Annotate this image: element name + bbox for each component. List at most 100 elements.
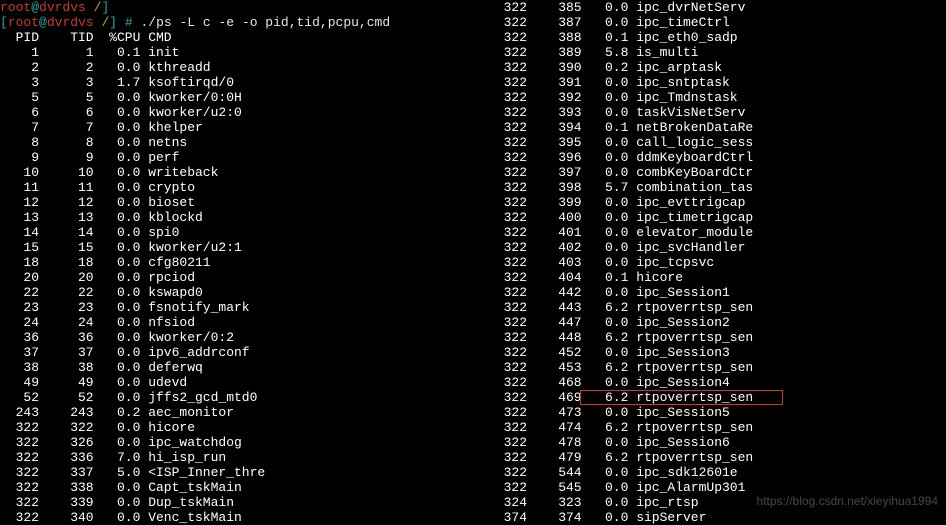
cell-pid: 36 (0, 330, 39, 345)
cell-cmd: hi_isp_run (140, 450, 226, 465)
cell-cmd: ksoftirqd/0 (140, 75, 234, 90)
cell-tid: 1 (39, 45, 94, 60)
cell-tid: 13 (39, 210, 94, 225)
cell-pcpu: 0.0 (94, 510, 141, 525)
cell-tid: 442 (527, 285, 582, 300)
cell-tid: 400 (527, 210, 582, 225)
cell-pcpu: 1.7 (94, 75, 141, 90)
cell-pcpu: 0.0 (582, 345, 629, 360)
cell-cmd: khelper (140, 120, 202, 135)
cell-pid: 322 (488, 240, 527, 255)
cell-tid: 337 (39, 465, 94, 480)
table-row: 3223390.0Dup_tskMain (0, 495, 478, 510)
cell-pcpu: 0.0 (94, 435, 141, 450)
table-row: 38380.0deferwq (0, 360, 478, 375)
cell-tid: 402 (527, 240, 582, 255)
table-row: 3224470.0ipc_Session2 (488, 315, 946, 330)
cell-pid: 322 (488, 210, 527, 225)
table-row: 3224520.0ipc_Session3 (488, 345, 946, 360)
cell-tid: 398 (527, 180, 582, 195)
cell-pid: 322 (488, 45, 527, 60)
cell-cmd: init (140, 45, 179, 60)
cell-pid: 14 (0, 225, 39, 240)
cell-pid: 7 (0, 120, 39, 135)
cell-tid: 3 (39, 75, 94, 90)
cell-tid: 339 (39, 495, 94, 510)
cell-pid: 322 (0, 435, 39, 450)
table-row: 37370.0ipv6_addrconf (0, 345, 478, 360)
cell-pid: 322 (488, 480, 527, 495)
table-row: 3223930.0taskVisNetServ (488, 105, 946, 120)
cell-cmd: taskVisNetServ (628, 105, 745, 120)
cell-pid: 24 (0, 315, 39, 330)
cell-pid: 374 (488, 510, 527, 525)
cell-pcpu: 0.0 (94, 210, 141, 225)
cell-tid: 453 (527, 360, 582, 375)
cell-pid: 322 (488, 345, 527, 360)
right-rows: 3223850.0ipc_dvrNetServ3223870.0ipc_time… (488, 0, 946, 525)
table-row: 3224746.2rtpoverrtsp_sen (488, 420, 946, 435)
cell-pcpu: 7.0 (94, 450, 141, 465)
cell-cmd: ipc_arptask (628, 60, 722, 75)
table-row: 52520.0jffs2_gcd_mtd0 (0, 390, 478, 405)
cell-pcpu: 0.0 (94, 120, 141, 135)
cell-tid: 388 (527, 30, 582, 45)
cell-pid: 322 (0, 450, 39, 465)
cell-pcpu: 0.0 (582, 0, 629, 15)
cell-cmd: ipc_timetrigcap (628, 210, 753, 225)
table-row: 3223985.7combination_tas (488, 180, 946, 195)
table-row: 990.0perf (0, 150, 478, 165)
cell-pcpu: 0.0 (94, 420, 141, 435)
table-row: 18180.0cfg80211 (0, 255, 478, 270)
prompt-hash: # (117, 15, 140, 30)
cell-tid: 52 (39, 390, 94, 405)
cell-pcpu: 0.0 (94, 150, 141, 165)
left-rows: 110.1init220.0kthreadd331.7ksoftirqd/055… (0, 45, 478, 525)
cell-pcpu: 0.0 (582, 135, 629, 150)
cell-cmd: hicore (140, 420, 195, 435)
cell-tid: 10 (39, 165, 94, 180)
cell-cmd: nfsiod (140, 315, 195, 330)
table-row: 3223260.0ipc_watchdog (0, 435, 478, 450)
cell-pid: 322 (488, 405, 527, 420)
cell-pid: 322 (488, 135, 527, 150)
table-row: 3224040.1hicore (488, 270, 946, 285)
cell-pcpu: 0.0 (94, 480, 141, 495)
cell-pcpu: 0.0 (94, 180, 141, 195)
watermark: https://blog.csdn.net/xieyihua1994 (757, 494, 938, 509)
cell-tid: 12 (39, 195, 94, 210)
cell-tid: 387 (527, 15, 582, 30)
cell-tid: 9 (39, 150, 94, 165)
cell-pcpu: 0.0 (94, 300, 141, 315)
table-row: 3224796.2rtpoverrtsp_sen (488, 450, 946, 465)
cell-tid: 340 (39, 510, 94, 525)
table-row: 12120.0bioset (0, 195, 478, 210)
cell-pid: 324 (488, 495, 527, 510)
cell-pid: 11 (0, 180, 39, 195)
table-row: 3223920.0ipc_Tmdnstask (488, 90, 946, 105)
cell-tid: 14 (39, 225, 94, 240)
cell-pcpu: 6.2 (582, 390, 629, 405)
cell-tid: 22 (39, 285, 94, 300)
table-row: 14140.0spi0 (0, 225, 478, 240)
cell-cmd: rtpoverrtsp_sen (628, 330, 753, 345)
cell-cmd: deferwq (140, 360, 202, 375)
terminal-output: root@dvrdvs /] [root@dvrdvs /] # ./ps -L… (0, 0, 946, 525)
cell-tid: 15 (39, 240, 94, 255)
cell-pid: 322 (488, 315, 527, 330)
table-row: 15150.0kworker/u2:1 (0, 240, 478, 255)
cell-pid: 10 (0, 165, 39, 180)
table-row: 110.1init (0, 45, 478, 60)
cell-pid: 322 (488, 390, 527, 405)
cell-pcpu: 0.0 (94, 165, 141, 180)
command-text: ./ps -L c -e -o pid,tid,pcpu,cmd (140, 15, 390, 30)
cell-pcpu: 0.0 (94, 270, 141, 285)
cell-pcpu: 0.0 (94, 330, 141, 345)
cell-pcpu: 0.0 (582, 435, 629, 450)
table-row: 3224420.0ipc_Session1 (488, 285, 946, 300)
cell-tid: 49 (39, 375, 94, 390)
table-row: 3225450.0ipc_AlarmUp301 (488, 480, 946, 495)
cell-tid: 397 (527, 165, 582, 180)
cell-pcpu: 0.0 (582, 240, 629, 255)
prompt-path: / (94, 15, 110, 30)
